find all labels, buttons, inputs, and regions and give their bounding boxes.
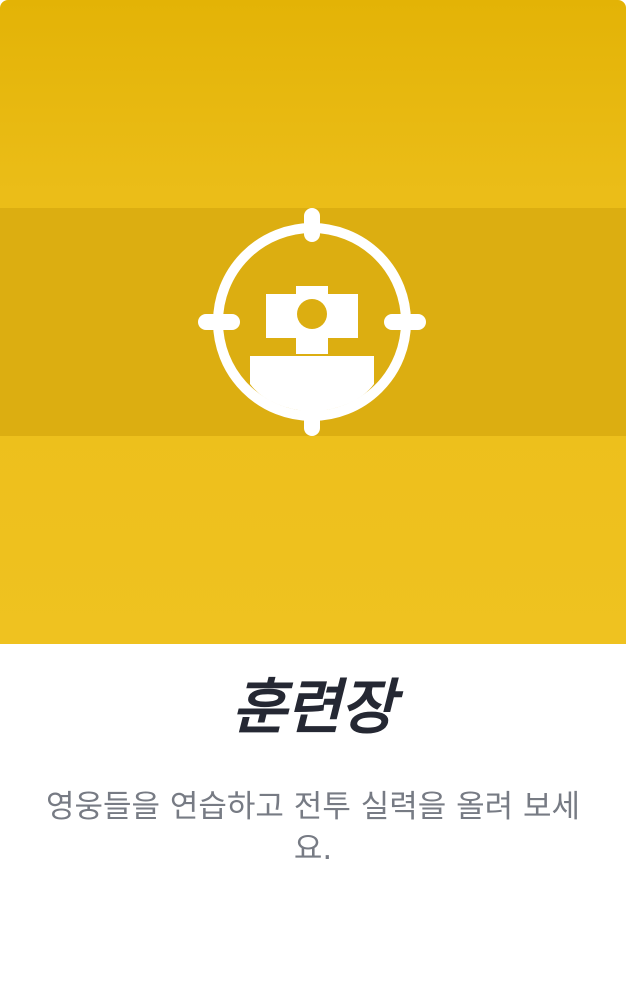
card-description: 영웅들을 연습하고 전투 실력을 올려 보세요. — [45, 789, 581, 867]
training-grounds-card[interactable]: 훈련장 영웅들을 연습하고 전투 실력을 올려 보세요. — [0, 0, 626, 1006]
training-target-icon — [198, 208, 426, 436]
card-banner — [0, 0, 626, 644]
card-title: 훈련장 — [231, 673, 396, 743]
